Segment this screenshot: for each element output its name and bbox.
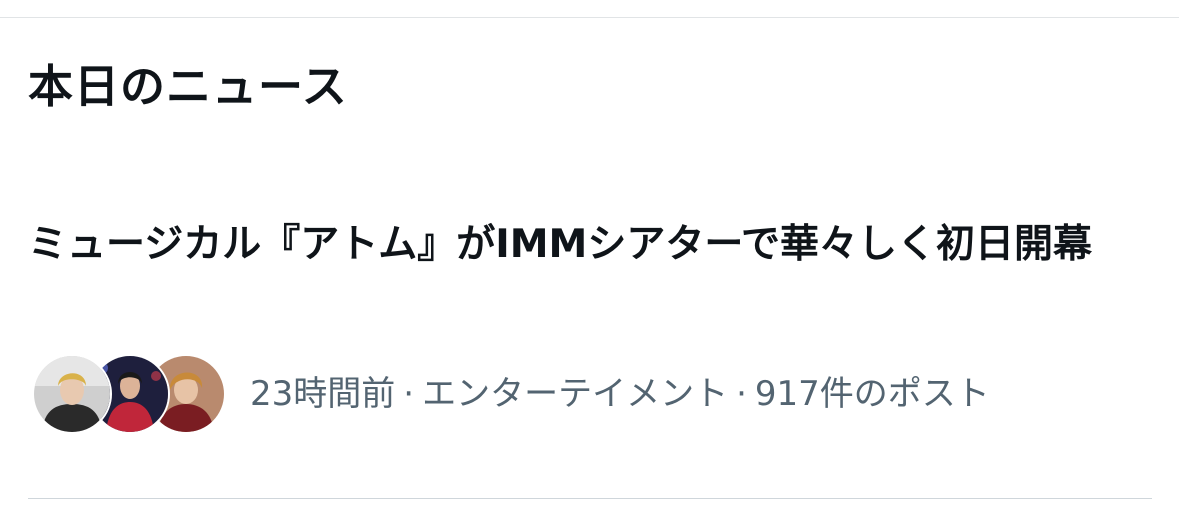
news-headline[interactable]: ミュージカル『アトム』がIMMシアターで華々しく初日開幕: [28, 216, 1138, 274]
news-meta: 23時間前 · エンターテイメント · 917件のポスト: [250, 370, 990, 418]
bottom-divider: [28, 498, 1152, 499]
avatar-image: [34, 356, 110, 432]
avatar: [32, 354, 112, 434]
meta-separator: ·: [403, 374, 415, 414]
news-category: エンターテイメント: [422, 374, 729, 414]
news-time: 23時間前: [250, 374, 396, 414]
section-title: 本日のニュース: [28, 60, 348, 113]
meta-separator: ·: [736, 374, 747, 414]
top-divider: [0, 17, 1179, 18]
news-item[interactable]: ミュージカル『アトム』がIMMシアターで華々しく初日開幕 23時間前 · エンタ…: [0, 200, 1179, 490]
avatar-group: [32, 354, 226, 434]
news-post-count: 917件のポスト: [754, 374, 990, 414]
